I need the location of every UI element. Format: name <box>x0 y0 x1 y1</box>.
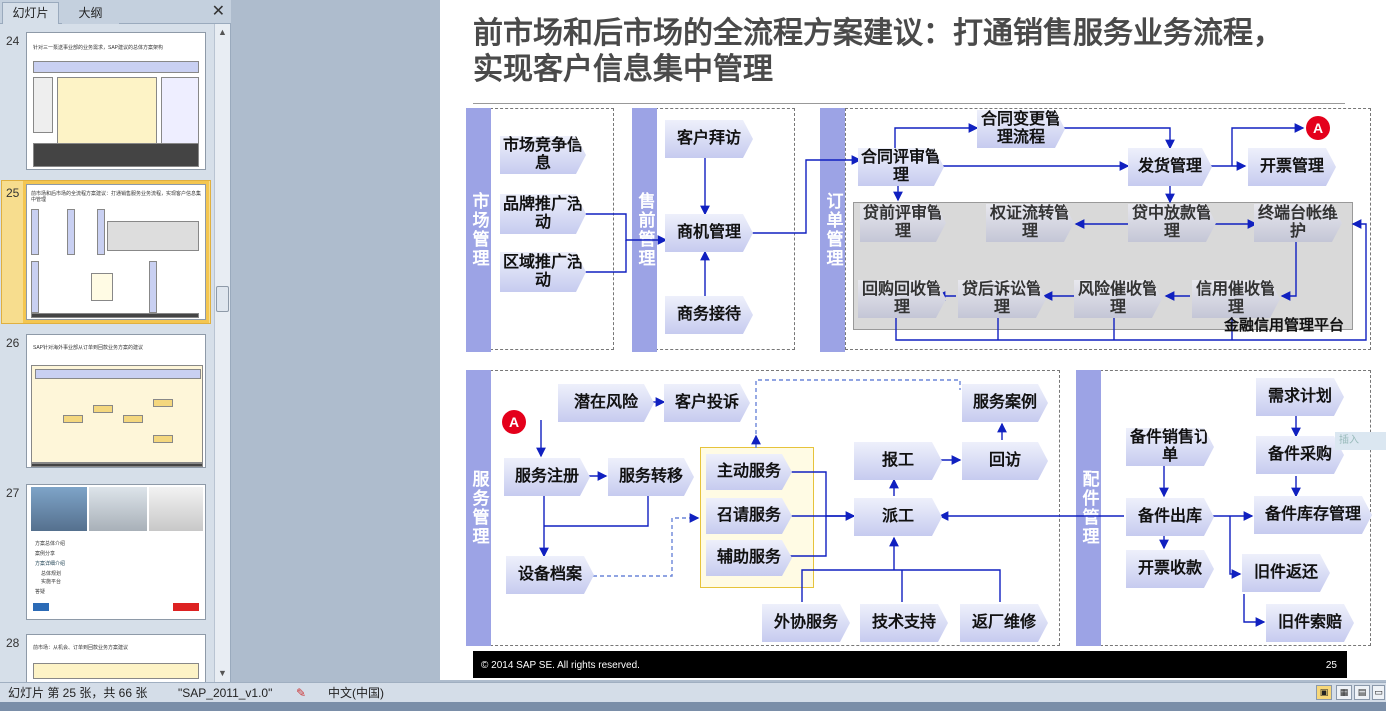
node-risk-collection: 风险催收管理 <box>1074 280 1162 318</box>
finance-platform-label: 金融信用管理平台 <box>1224 317 1345 334</box>
thumbnail-bullet: 答疑 <box>35 589 46 595</box>
slide-footer: © 2014 SAP SE. All rights reserved. 25 <box>473 651 1347 678</box>
slide-thumbnail-24[interactable]: 针对三一泵送事业部的业务需求，SAP建议的总体方案架构 <box>26 32 206 170</box>
tab-outline[interactable]: 大纲 <box>62 2 119 24</box>
thumbnail-bullet: 方案总体介绍 <box>35 541 66 547</box>
close-icon[interactable]: ✕ <box>212 3 225 21</box>
slide-thumbnail-pane: 幻灯片 大纲 ✕ 24 针对三一泵送事业部的业务需求，SAP建议的总体方案架构 … <box>0 0 231 682</box>
node-buyback-recovery: 回购回收管理 <box>858 280 946 318</box>
node-market-competition: 市场竞争信息 <box>500 136 586 174</box>
thumbnail-bullet: 方案详细介绍 <box>35 561 66 567</box>
node-pre-loan-review: 贷前评审管理 <box>860 204 946 242</box>
connector-badge-a: A <box>502 410 526 434</box>
status-bar: 幻灯片 第 25 张，共 66 张 "SAP_2011_v1.0" ✎ 中文(中… <box>0 682 1386 702</box>
scroll-up-icon[interactable]: ▲ <box>218 27 227 37</box>
slide-thumbnail-26[interactable]: SAP针对海外事业部从订单到回款业务方案的建议 <box>26 334 206 468</box>
footer-page-number: 25 <box>1325 660 1337 671</box>
thumbnail-number: 28 <box>6 636 20 650</box>
spellcheck-icon[interactable]: ✎ <box>296 683 306 703</box>
thumbnail-photo <box>89 487 147 531</box>
thumbnail-scrollbar[interactable]: ▲ ▼ <box>214 24 230 682</box>
node-customer-complaint: 客户投诉 <box>664 384 750 422</box>
footer-copyright: © 2014 SAP SE. All rights reserved. <box>481 660 640 671</box>
node-credit-collection: 信用催收管理 <box>1192 280 1280 318</box>
node-work-report: 报工 <box>854 442 942 480</box>
node-service-case: 服务案例 <box>962 384 1048 422</box>
node-contract-change: 合同变更管理流程 <box>977 110 1065 148</box>
thumbnail-photo <box>149 487 203 531</box>
node-service-transfer: 服务转移 <box>608 458 694 496</box>
node-tech-support: 技术支持 <box>860 604 948 642</box>
node-in-loan-disbursement: 贷中放款管理 <box>1128 204 1216 242</box>
node-opportunity-mgmt: 商机管理 <box>665 214 753 252</box>
thumbnail-caption: 前市场和后市场的全流程方案建议：打通销售服务业务流程，实现客户信息集中管理 <box>31 191 202 203</box>
node-parts-outbound: 备件出库 <box>1126 498 1214 536</box>
pane-tabs: 幻灯片 大纲 ✕ <box>0 0 231 24</box>
status-language[interactable]: 中文(中国) <box>328 683 384 703</box>
tab-slides[interactable]: 幻灯片 <box>2 2 59 24</box>
node-call-service: 召请服务 <box>706 498 792 534</box>
scroll-down-icon[interactable]: ▼ <box>218 668 227 678</box>
node-equipment-archive: 设备档案 <box>506 556 594 594</box>
slide-thumbnail-25[interactable]: 前市场和后市场的全流程方案建议：打通销售服务业务流程，实现客户信息集中管理 <box>23 181 209 323</box>
node-latent-risk: 潜在风险 <box>558 384 654 422</box>
node-business-reception: 商务接待 <box>665 296 753 334</box>
thumbnail-number: 27 <box>6 486 20 500</box>
node-invoice-collection: 开票收款 <box>1126 550 1214 588</box>
node-active-service: 主动服务 <box>706 454 792 490</box>
node-aux-service: 辅助服务 <box>706 540 792 576</box>
thumbnail-photo <box>31 487 87 531</box>
node-service-registration: 服务注册 <box>504 458 590 496</box>
node-dispatch: 派工 <box>854 498 942 536</box>
taskbar <box>0 702 1386 711</box>
sap-logo-icon <box>33 603 49 611</box>
slide-thumbnail-27[interactable]: 方案总体介绍 案例分享 方案详细介绍 总体规划 实施平台 答疑 <box>26 484 206 620</box>
node-old-part-claim: 旧件索赔 <box>1266 604 1354 642</box>
node-demand-plan: 需求计划 <box>1256 378 1344 416</box>
node-outsource-service: 外协服务 <box>762 604 850 642</box>
normal-view-icon[interactable]: ▣ <box>1316 685 1332 700</box>
status-theme-name[interactable]: "SAP_2011_v1.0" <box>178 683 272 703</box>
sorter-view-icon[interactable]: ▦ <box>1336 685 1352 700</box>
powerpoint-window: 幻灯片 大纲 ✕ 24 针对三一泵送事业部的业务需求，SAP建议的总体方案架构 … <box>0 0 1386 711</box>
node-invoice-mgmt: 开票管理 <box>1248 148 1336 186</box>
thumbnail-caption: 针对三一泵送事业部的业务需求，SAP建议的总体方案架构 <box>33 45 164 51</box>
thumbnail-caption: 前市场：从机会、订单到回款业务方案建议 <box>33 645 129 651</box>
node-parts-stock-mgmt: 备件库存管理 <box>1254 496 1372 534</box>
right-gutter-label: 插入 <box>1335 432 1386 450</box>
thumbnail-caption: SAP针对海外事业部从订单到回款业务方案的建议 <box>33 345 144 351</box>
node-old-part-return: 旧件返还 <box>1242 554 1330 592</box>
thumbnail-number: 26 <box>6 336 20 350</box>
thumbnail-number: 24 <box>6 34 20 48</box>
scrollbar-thumb[interactable] <box>216 286 229 312</box>
node-contract-review: 合同评审管理 <box>858 148 944 186</box>
status-slide-info: 幻灯片 第 25 张，共 66 张 <box>8 686 148 700</box>
slide-thumbnail-28[interactable]: 前市场：从机会、订单到回款业务方案建议 <box>26 634 206 682</box>
sany-logo-icon <box>173 603 199 611</box>
reading-view-icon[interactable]: ▤ <box>1354 685 1370 700</box>
node-delivery-mgmt: 发货管理 <box>1128 148 1212 186</box>
node-parts-sales-order: 备件销售订单 <box>1126 428 1214 466</box>
thumbnail-number: 25 <box>6 186 20 200</box>
node-post-loan-litigation: 贷后诉讼管理 <box>958 280 1046 318</box>
node-factory-repair: 返厂维修 <box>960 604 1048 642</box>
thumbnail-bullet: 实施平台 <box>41 579 62 585</box>
slide-canvas[interactable]: 前市场和后市场的全流程方案建议：打通销售服务业务流程， 实现客户信息集中管理 市… <box>440 0 1386 680</box>
node-customer-visit: 客户拜访 <box>665 120 753 158</box>
node-terminal-ledger: 终端台帐维护 <box>1254 204 1342 242</box>
thumbnail-bullet: 案例分享 <box>35 551 56 557</box>
node-rights-transfer: 权证流转管理 <box>986 204 1074 242</box>
node-revisit: 回访 <box>962 442 1048 480</box>
slideshow-view-icon[interactable]: ▭ <box>1372 685 1385 700</box>
node-parts-purchase: 备件采购 <box>1256 436 1344 474</box>
thumbnail-bullet: 总体规划 <box>41 571 62 577</box>
node-brand-promotion: 品牌推广活动 <box>500 194 586 234</box>
connector-badge-a: A <box>1306 116 1330 140</box>
node-regional-promotion: 区域推广活动 <box>500 252 586 292</box>
